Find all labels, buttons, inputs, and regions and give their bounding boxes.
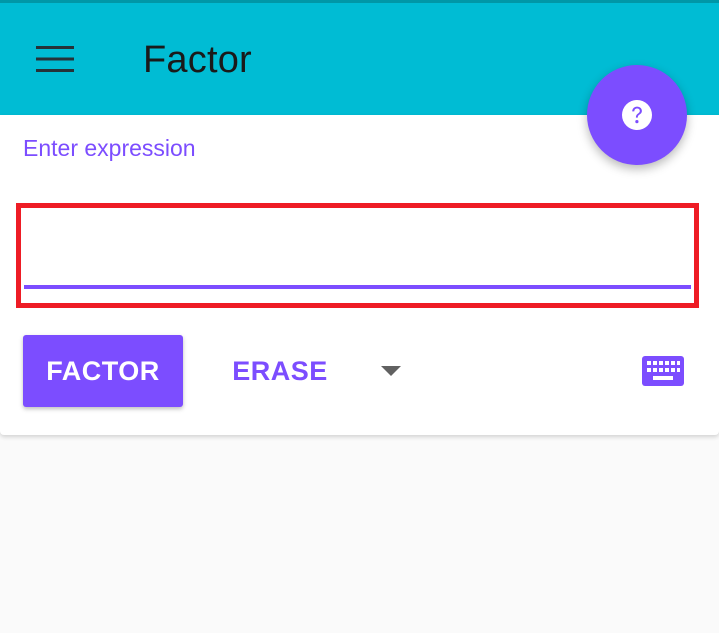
input-underline — [24, 285, 691, 289]
expression-input[interactable] — [24, 211, 691, 284]
expression-card: Enter expression FACTOR ERASE — [0, 115, 719, 435]
expression-input-highlight — [16, 203, 699, 308]
factor-button[interactable]: FACTOR — [23, 335, 183, 407]
help-button[interactable] — [587, 65, 687, 165]
keyboard-button[interactable] — [636, 349, 690, 393]
dropdown-arrow-icon — [381, 365, 401, 376]
expression-label: Enter expression — [23, 135, 196, 161]
help-icon — [622, 100, 652, 130]
menu-icon — [36, 46, 74, 72]
menu-button[interactable] — [26, 33, 84, 85]
options-dropdown[interactable] — [370, 351, 412, 391]
page-title: Factor — [143, 39, 252, 81]
keyboard-icon — [642, 356, 684, 386]
erase-button[interactable]: ERASE — [218, 335, 342, 407]
